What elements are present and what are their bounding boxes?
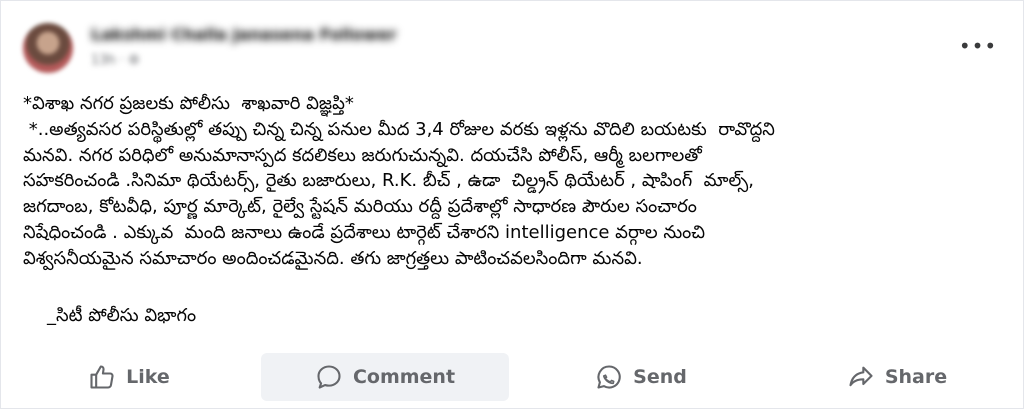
thumbs-up-icon: [90, 365, 114, 389]
author-name[interactable]: Lakshmi Challa Janasena Follower: [91, 25, 396, 44]
post-body: *విశాఖ నగర ప్రజలకు పోలీసు శాఖవారి విజ్ఞప…: [23, 91, 1013, 272]
post-signature: _సిటీ పోలీసు విభాగం: [47, 305, 197, 326]
action-bar: Like Comment Send Share: [1, 353, 1024, 401]
more-options-button[interactable]: •••: [959, 33, 996, 59]
avatar[interactable]: [23, 23, 73, 73]
post-meta: 13h · ⚙: [91, 53, 140, 68]
like-button[interactable]: Like: [5, 353, 253, 401]
share-button[interactable]: Share: [773, 353, 1021, 401]
post-line: విశ్వసనీయమైన సమాచారం అందించడమైనది. తగు జ…: [23, 247, 643, 269]
speech-bubble-icon: [317, 365, 341, 389]
post-line: జగదాంబ, కోటవీధి, పూర్ణ మార్కెట్, రైల్వే …: [23, 196, 697, 218]
more-icon: •••: [958, 34, 998, 58]
send-label: Send: [633, 366, 687, 388]
messenger-icon: [597, 365, 621, 389]
post-title: *విశాఖ నగర ప్రజలకు పోలీసు శాఖవారి విజ్ఞప…: [23, 93, 354, 114]
like-label: Like: [126, 366, 170, 388]
send-button[interactable]: Send: [517, 353, 765, 401]
post-card: Lakshmi Challa Janasena Follower 13h · ⚙…: [0, 0, 1024, 409]
post-line: నిషేధించండి . ఎక్కువ మంది జనాలు ఉండే ప్ర…: [23, 221, 706, 243]
post-line: సహకరించండి .సినిమా థియేటర్స్, రైతు బజారు…: [23, 170, 754, 192]
comment-button[interactable]: Comment: [261, 353, 509, 401]
share-label: Share: [884, 366, 948, 388]
post-line: మనవి. నగర పరిధిలో అనుమానాస్పద కదలికలు జర…: [23, 144, 702, 166]
comment-label: Comment: [352, 366, 456, 388]
share-arrow-icon: [849, 366, 873, 387]
post-line: *..అత్యవసర పరిస్థితుల్లో తప్పు చిన్న చిన…: [23, 118, 775, 140]
